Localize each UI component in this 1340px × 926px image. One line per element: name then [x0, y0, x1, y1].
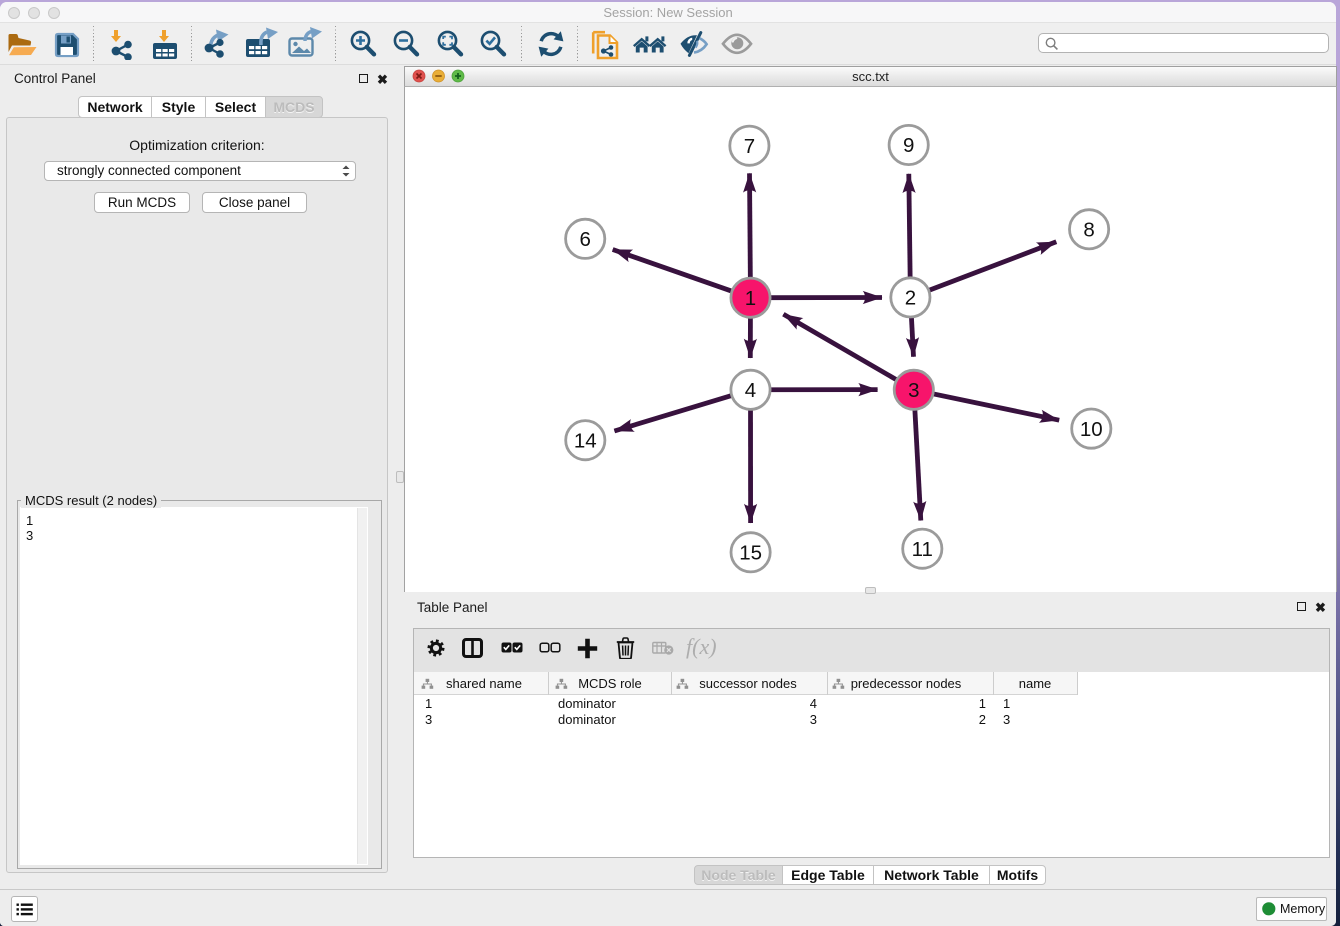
- svg-text:6: 6: [579, 228, 590, 251]
- svg-text:8: 8: [1083, 219, 1094, 242]
- svg-text:3: 3: [908, 379, 919, 402]
- svg-text:1: 1: [745, 287, 756, 310]
- svg-text:11: 11: [912, 538, 933, 561]
- svg-text:7: 7: [744, 135, 755, 158]
- svg-text:9: 9: [903, 134, 914, 157]
- svg-text:2: 2: [905, 287, 916, 310]
- svg-text:10: 10: [1080, 418, 1103, 441]
- svg-text:14: 14: [574, 429, 597, 452]
- svg-text:4: 4: [745, 379, 756, 402]
- svg-text:15: 15: [739, 542, 762, 565]
